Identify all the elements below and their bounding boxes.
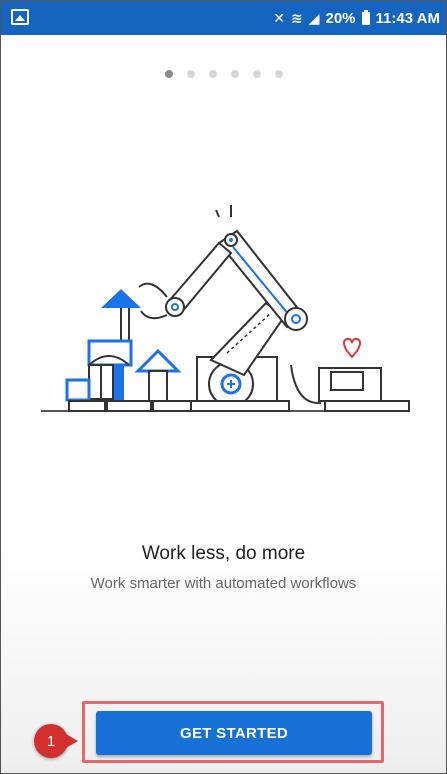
page-dot[interactable]: [208, 70, 217, 78]
page-dot[interactable]: [230, 70, 239, 78]
battery-percent: 20%: [325, 9, 356, 27]
status-time: 11:43 AM: [375, 9, 440, 27]
status-icons: ✕ ≋ ◢ 20% 11:43 AM: [273, 8, 440, 28]
robot-arm-illustration: [41, 205, 410, 412]
onboarding-screen: Work less, do more Work smarter with aut…: [1, 35, 446, 773]
step-number: 1: [46, 732, 56, 750]
battery-icon: [361, 9, 370, 25]
phone-screen: ✕ ≋ ◢ 20% 11:43 AM Work less, do more Wo…: [0, 0, 447, 774]
get-started-button[interactable]: GET STARTED: [96, 711, 372, 755]
onboarding-headline: Work less, do more: [141, 543, 306, 564]
page-indicator: [1, 70, 446, 78]
signal-icon: ◢: [308, 10, 320, 26]
status-bar: ✕ ≋ ◢ 20% 11:43 AM: [1, 1, 446, 35]
onboarding-subline: Work smarter with automated workflows: [90, 575, 357, 592]
step-callout: 1: [34, 724, 78, 758]
page-dot[interactable]: [252, 70, 261, 78]
page-dot[interactable]: [164, 70, 173, 78]
gallery-icon: [11, 9, 29, 25]
wifi-icon: ≋: [290, 10, 303, 26]
mute-icon: ✕: [273, 10, 285, 26]
page-dot[interactable]: [186, 70, 195, 78]
page-dot[interactable]: [274, 70, 283, 78]
